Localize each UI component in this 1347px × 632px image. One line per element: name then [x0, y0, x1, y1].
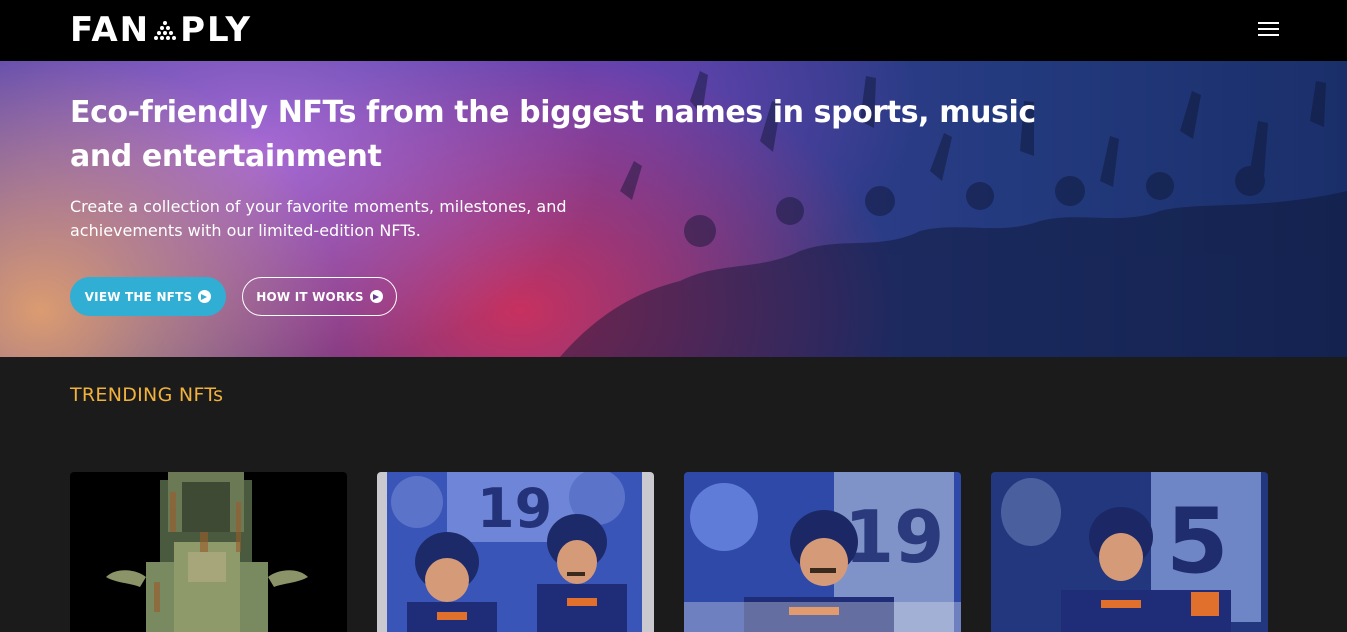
trending-nfts-heading: TRENDING NFTs [70, 384, 224, 406]
nft-card-hockey-1[interactable]: 19 [377, 472, 654, 632]
how-it-works-button[interactable]: HOW IT WORKS [242, 277, 397, 316]
svg-text:19: 19 [477, 477, 552, 540]
how-it-works-label: HOW IT WORKS [256, 289, 364, 304]
logo-text-left: FAN [70, 10, 151, 50]
arrow-circle-right-icon [369, 290, 383, 303]
nft-image-hockey-2: 19 [684, 472, 961, 632]
svg-text:5: 5 [1166, 489, 1229, 594]
hero-subtitle: Create a collection of your favorite mom… [70, 197, 567, 240]
arrow-circle-right-icon [198, 290, 212, 303]
hamburger-menu-icon[interactable] [1257, 20, 1281, 40]
svg-text:19: 19 [844, 495, 944, 579]
nft-image-hockey-3: 5 [991, 472, 1268, 632]
nft-card-hockey-3[interactable]: 5 [991, 472, 1268, 632]
hero-banner: Eco-friendly NFTs from the biggest names… [0, 61, 1347, 357]
hero-title: Eco-friendly NFTs from the biggest names… [70, 95, 1036, 174]
top-navbar: FAN PLY [0, 0, 1347, 61]
view-the-nfts-label: VIEW THE NFTS [84, 289, 193, 304]
nft-card-throne[interactable] [70, 472, 347, 632]
nft-card-hockey-2[interactable]: 19 [684, 472, 961, 632]
nft-image-throne [70, 472, 347, 632]
view-the-nfts-button[interactable]: VIEW THE NFTS [70, 277, 226, 316]
nft-image-hockey-1: 19 [377, 472, 654, 632]
fanaply-logo[interactable]: FAN PLY [70, 10, 252, 50]
logo-text-right: PLY [180, 10, 253, 50]
triangle-dots-icon [154, 21, 177, 40]
